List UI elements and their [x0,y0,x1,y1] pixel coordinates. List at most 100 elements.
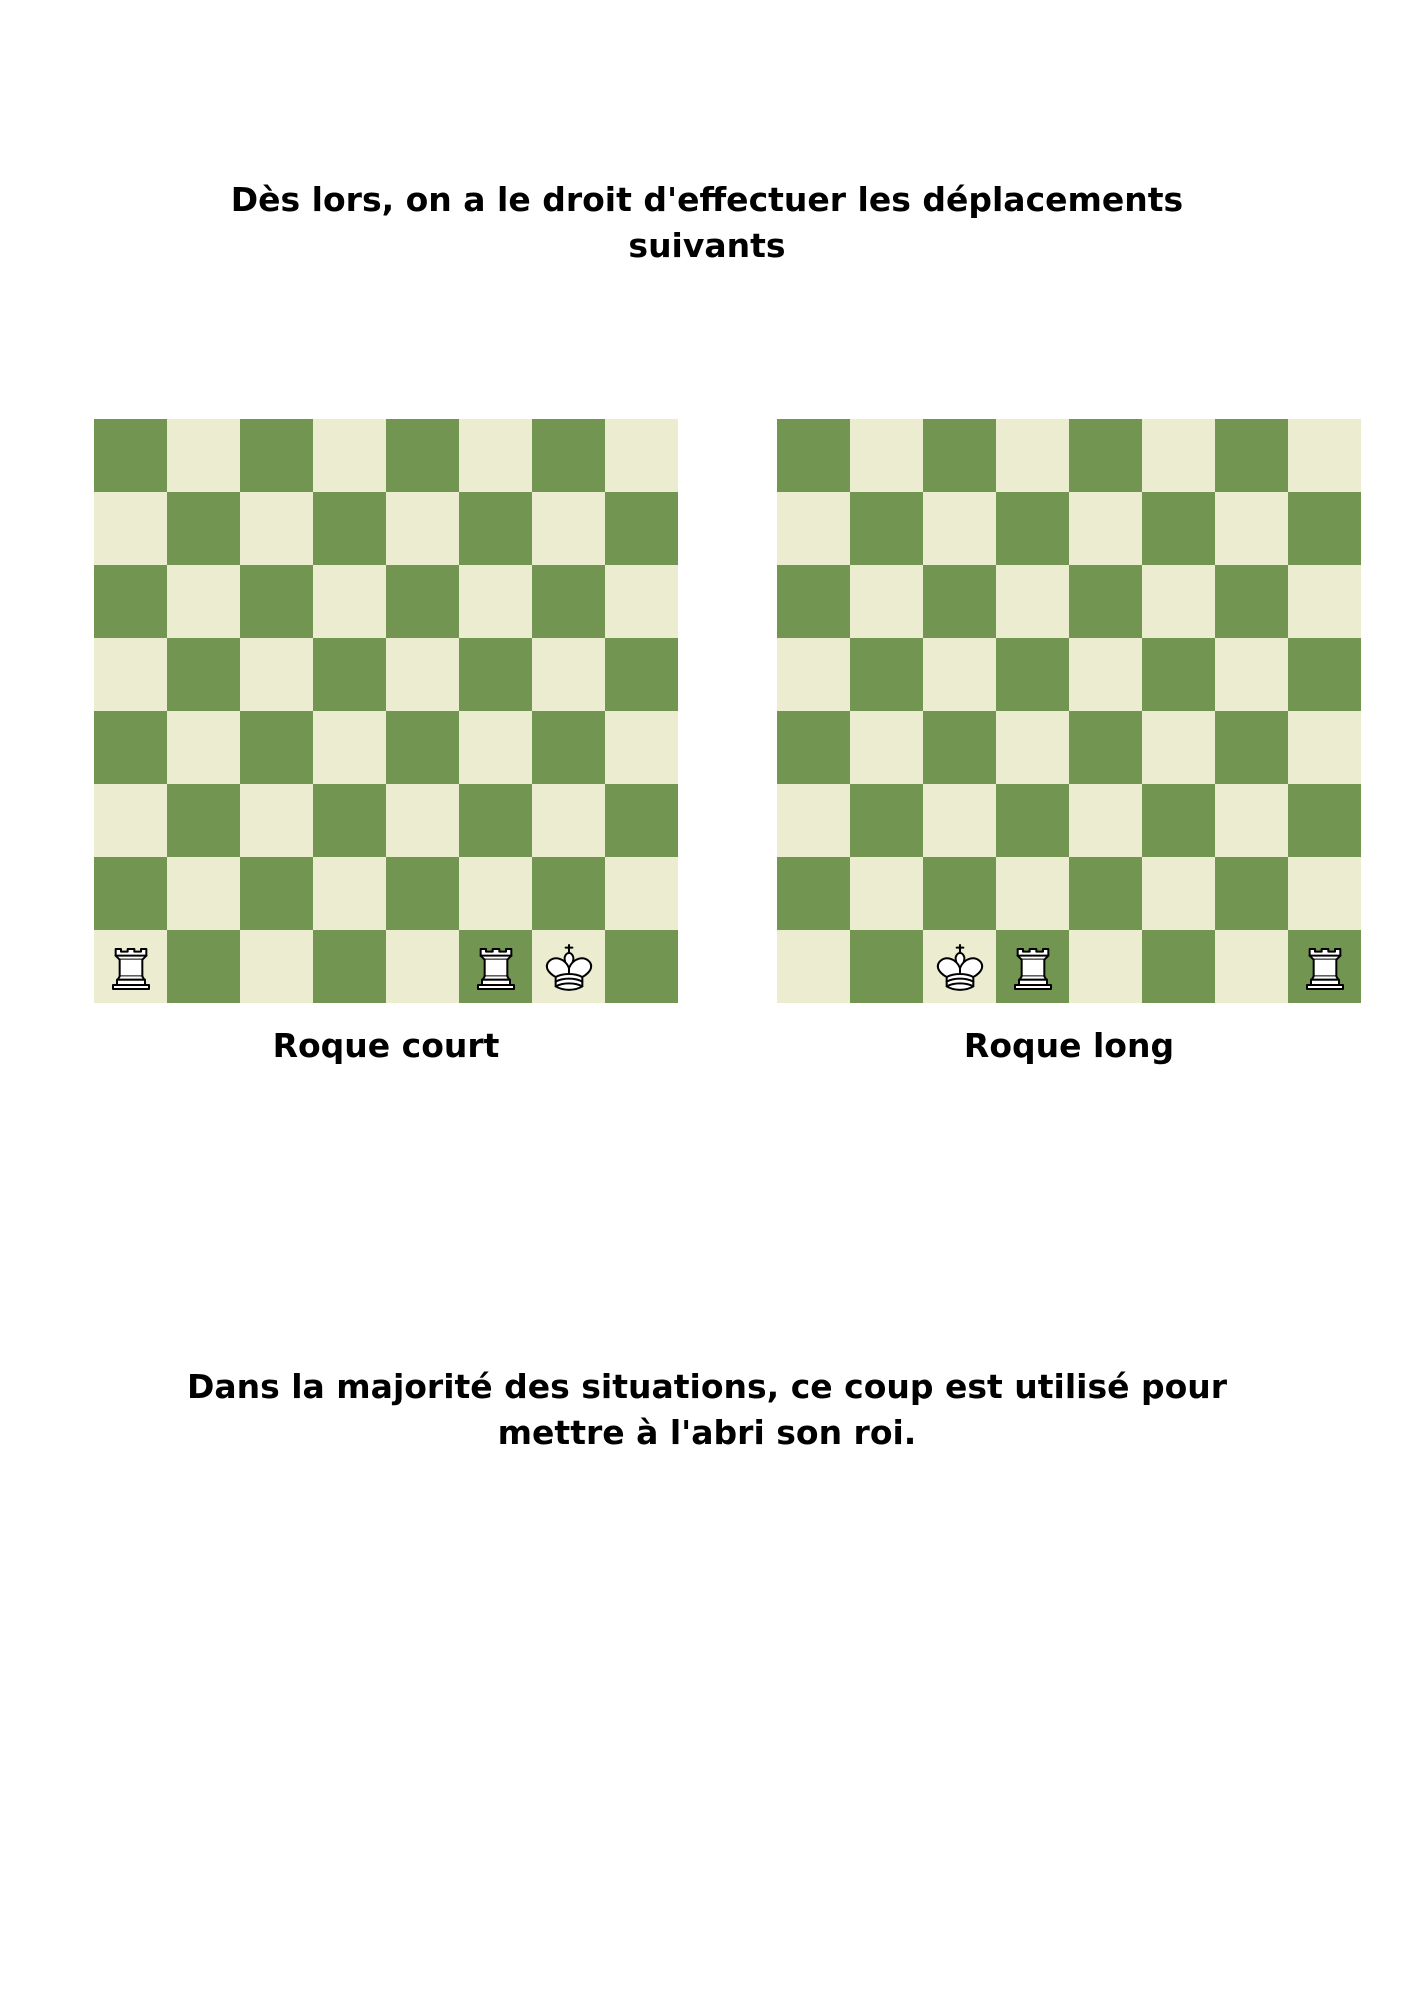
square-f5 [1142,638,1215,711]
square-a2 [777,857,850,930]
square-d6 [996,565,1069,638]
square-a5 [777,638,850,711]
square-h5 [605,638,678,711]
square-f6 [459,565,532,638]
square-g5 [1215,638,1288,711]
square-f1 [459,930,532,1003]
outro-line-1: Dans la majorité des situations, ce coup… [186,1367,1228,1406]
square-d6 [313,565,386,638]
square-a4 [94,711,167,784]
square-b1 [167,930,240,1003]
intro-heading: Dès lors, on a le droit d'effectuer les … [0,177,1414,269]
outro-line-2: mettre à l'abri son roi. [497,1413,917,1452]
square-c6 [923,565,996,638]
square-h5 [1288,638,1361,711]
square-c1 [240,930,313,1003]
white-rook-icon [1305,947,1344,990]
outro-heading: Dans la majorité des situations, ce coup… [0,1364,1414,1456]
square-f6 [1142,565,1215,638]
square-g7 [532,492,605,565]
square-g1 [1215,930,1288,1003]
square-b4 [167,711,240,784]
square-c5 [923,638,996,711]
square-e8 [386,419,459,492]
square-g4 [1215,711,1288,784]
square-d4 [996,711,1069,784]
chessboard-long-castling [777,419,1361,1003]
square-d2 [996,857,1069,930]
square-c7 [240,492,313,565]
square-d1 [996,930,1069,1003]
square-g6 [1215,565,1288,638]
caption-long-castling: Roque long [963,1026,1175,1065]
square-f2 [459,857,532,930]
square-c4 [923,711,996,784]
square-b2 [850,857,923,930]
square-b5 [167,638,240,711]
square-h1 [1288,930,1361,1003]
square-b7 [850,492,923,565]
square-a3 [94,784,167,857]
square-d2 [313,857,386,930]
square-c3 [240,784,313,857]
square-c7 [923,492,996,565]
square-g5 [532,638,605,711]
square-b1 [850,930,923,1003]
square-f5 [459,638,532,711]
square-f3 [459,784,532,857]
square-e6 [1069,565,1142,638]
square-e4 [1069,711,1142,784]
square-c8 [923,419,996,492]
square-b8 [167,419,240,492]
square-a6 [94,565,167,638]
square-b3 [850,784,923,857]
square-g8 [1215,419,1288,492]
square-b8 [850,419,923,492]
intro-line-2: suivants [628,226,786,265]
square-g6 [532,565,605,638]
square-f7 [459,492,532,565]
square-d3 [313,784,386,857]
square-e1 [386,930,459,1003]
square-h6 [1288,565,1361,638]
square-b5 [850,638,923,711]
square-d7 [313,492,386,565]
square-b3 [167,784,240,857]
square-a7 [94,492,167,565]
square-h8 [1288,419,1361,492]
square-c5 [240,638,313,711]
white-king-icon [545,943,592,991]
square-g7 [1215,492,1288,565]
square-c8 [240,419,313,492]
square-h1 [605,930,678,1003]
square-f4 [1142,711,1215,784]
square-d5 [313,638,386,711]
square-d1 [313,930,386,1003]
square-d8 [996,419,1069,492]
square-b4 [850,711,923,784]
square-h2 [1288,857,1361,930]
square-e8 [1069,419,1142,492]
square-f7 [1142,492,1215,565]
square-g2 [532,857,605,930]
square-f8 [1142,419,1215,492]
square-a6 [777,565,850,638]
square-a3 [777,784,850,857]
square-e4 [386,711,459,784]
square-g1 [532,930,605,1003]
square-h4 [1288,711,1361,784]
square-a8 [777,419,850,492]
square-d3 [996,784,1069,857]
chessboard-short-castling [94,419,678,1003]
square-f1 [1142,930,1215,1003]
square-c6 [240,565,313,638]
square-b6 [167,565,240,638]
caption-short-castling: Roque court [272,1026,500,1065]
square-h4 [605,711,678,784]
square-c3 [923,784,996,857]
square-c2 [240,857,313,930]
square-h7 [1288,492,1361,565]
square-e5 [1069,638,1142,711]
square-g3 [532,784,605,857]
white-rook-icon [476,947,515,990]
